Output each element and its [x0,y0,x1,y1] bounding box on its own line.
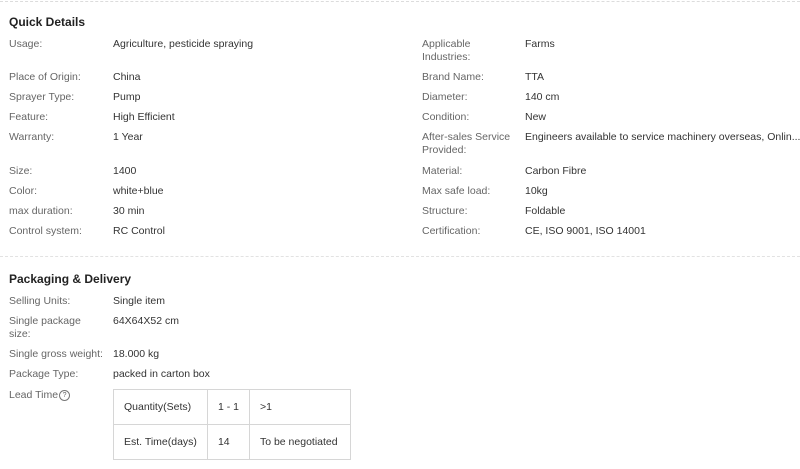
sprayer-type-value: Pump [113,91,141,103]
certification-label: Certification: [422,225,481,237]
max-safe-load-value: 10kg [525,185,548,197]
warranty-value: 1 Year [113,131,143,143]
package-type-value: packed in carton box [113,368,210,380]
after-sales-service-label: After-sales Service Provided: [422,131,511,156]
lead-time-label-wrap: Lead Time? [9,389,71,402]
selling-units-label: Selling Units: [9,295,71,307]
table-cell: 1 - 1 [206,389,250,425]
usage-value: Agriculture, pesticide spraying [113,38,254,50]
certification-value: CE, ISO 9001, ISO 14001 [525,225,646,237]
package-type-label: Package Type: [9,368,79,380]
control-system-value: RC Control [113,225,165,237]
single-gross-weight-label: Single gross weight: [9,348,103,360]
color-value: white+blue [113,185,164,197]
table-cell: >1 [248,389,351,425]
packaging-delivery-heading: Packaging & Delivery [9,272,132,286]
single-package-size-value: 64X64X52 cm [113,315,179,327]
usage-label: Usage: [9,38,43,50]
single-gross-weight-value: 18.000 kg [113,348,160,360]
max-duration-value: 30 min [113,205,145,217]
material-value: Carbon Fibre [525,165,587,177]
quick-details-heading: Quick Details [9,15,86,29]
section-divider [0,256,800,257]
condition-value: New [525,111,547,123]
lead-time-label: Lead Time [9,389,59,401]
sprayer-type-label: Sprayer Type: [9,91,75,103]
feature-label: Feature: [9,111,49,123]
max-safe-load-label: Max safe load: [422,185,491,197]
table-cell: 14 [206,424,250,460]
table-cell: To be negotiated [248,424,351,460]
selling-units-value: Single item [113,295,165,307]
warranty-label: Warranty: [9,131,55,143]
table-cell: Est. Time(days) [113,424,208,460]
structure-value: Foldable [525,205,566,217]
structure-label: Structure: [422,205,468,217]
single-package-size-label: Single package size: [9,315,81,340]
condition-label: Condition: [422,111,470,123]
table-cell: Quantity(Sets) [113,389,208,425]
material-label: Material: [422,165,463,177]
size-value: 1400 [113,165,137,177]
applicable-industries-label: Applicable Industries: [422,38,471,63]
size-label: Size: [9,165,33,177]
help-icon[interactable]: ? [59,390,71,401]
place-of-origin-value: China [113,71,141,83]
feature-value: High Efficient [113,111,175,123]
color-label: Color: [9,185,38,197]
applicable-industries-value: Farms [525,38,555,50]
top-divider [0,1,800,2]
place-of-origin-label: Place of Origin: [9,71,81,83]
table-row: Quantity(Sets) 1 - 1 >1 [113,389,351,425]
lead-time-table: Quantity(Sets) 1 - 1 >1 Est. Time(days) … [113,389,351,460]
table-row: Est. Time(days) 14 To be negotiated [113,424,351,460]
after-sales-service-value: Engineers available to service machinery… [525,131,800,143]
brand-name-label: Brand Name: [422,71,484,83]
diameter-value: 140 cm [525,91,560,103]
control-system-label: Control system: [9,225,82,237]
max-duration-label: max duration: [9,205,73,217]
diameter-label: Diameter: [422,91,468,103]
brand-name-value: TTA [525,71,545,83]
